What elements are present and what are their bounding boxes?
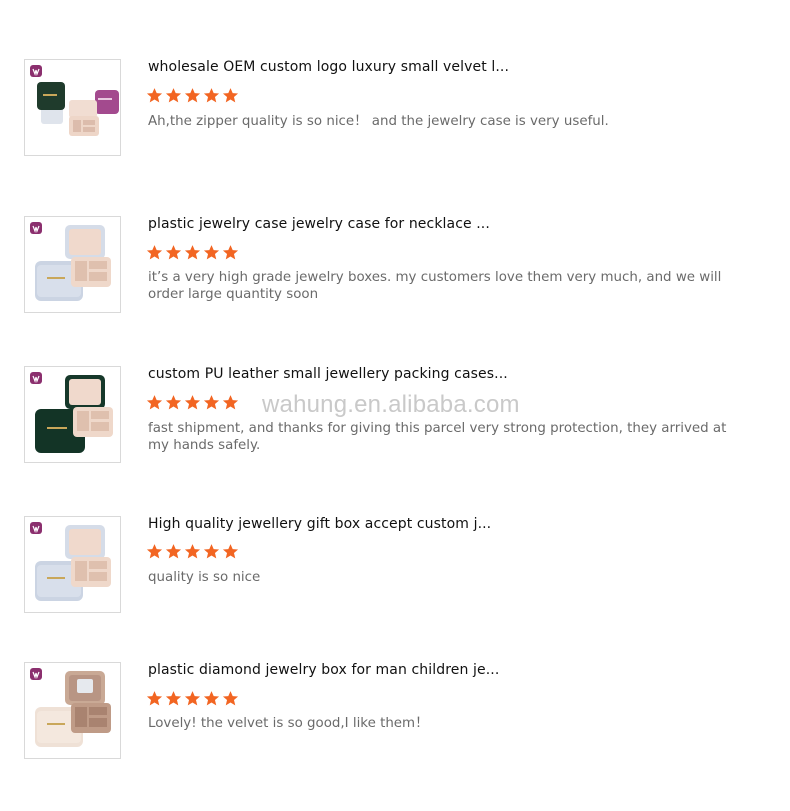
star-icon <box>203 544 220 559</box>
product-thumbnail[interactable] <box>24 216 121 313</box>
star-icon <box>203 88 220 103</box>
star-icon <box>165 245 182 260</box>
star-rating <box>146 543 239 560</box>
star-icon <box>165 88 182 103</box>
review-comment: quality is so nice <box>148 570 261 585</box>
star-rating <box>146 244 239 261</box>
review-comment: it’s a very high grade jewelry boxes. my… <box>148 270 722 302</box>
product-thumbnail[interactable] <box>24 59 121 156</box>
star-icon <box>165 395 182 410</box>
review-comment: Ah,the zipper quality is so nice！ and th… <box>148 114 609 129</box>
star-icon <box>146 395 163 410</box>
product-title[interactable]: custom PU leather small jewellery packin… <box>148 366 508 382</box>
star-icon <box>184 544 201 559</box>
product-title[interactable]: plastic diamond jewelry box for man chil… <box>148 662 499 678</box>
star-icon <box>222 544 239 559</box>
star-icon <box>203 691 220 706</box>
review-comment: fast shipment, and thanks for giving thi… <box>148 421 727 453</box>
star-icon <box>203 245 220 260</box>
star-icon <box>184 245 201 260</box>
star-icon <box>165 544 182 559</box>
star-icon <box>146 691 163 706</box>
star-icon <box>184 88 201 103</box>
product-title[interactable]: wholesale OEM custom logo luxury small v… <box>148 59 509 75</box>
star-icon <box>146 544 163 559</box>
star-rating <box>146 87 239 104</box>
star-icon <box>184 691 201 706</box>
star-icon <box>146 88 163 103</box>
star-icon <box>222 245 239 260</box>
star-icon <box>222 88 239 103</box>
star-icon <box>165 691 182 706</box>
product-title[interactable]: plastic jewelry case jewelry case for ne… <box>148 216 490 232</box>
product-thumbnail[interactable] <box>24 662 121 759</box>
star-icon <box>203 395 220 410</box>
star-icon <box>222 395 239 410</box>
star-rating <box>146 690 239 707</box>
product-title[interactable]: High quality jewellery gift box accept c… <box>148 516 491 532</box>
star-rating <box>146 394 239 411</box>
star-icon <box>222 691 239 706</box>
watermark: wahung.en.alibaba.com <box>262 391 520 418</box>
star-icon <box>184 395 201 410</box>
star-icon <box>146 245 163 260</box>
product-thumbnail[interactable] <box>24 516 121 613</box>
review-comment: Lovely! the velvet is so good,I like the… <box>148 716 429 731</box>
product-thumbnail[interactable] <box>24 366 121 463</box>
